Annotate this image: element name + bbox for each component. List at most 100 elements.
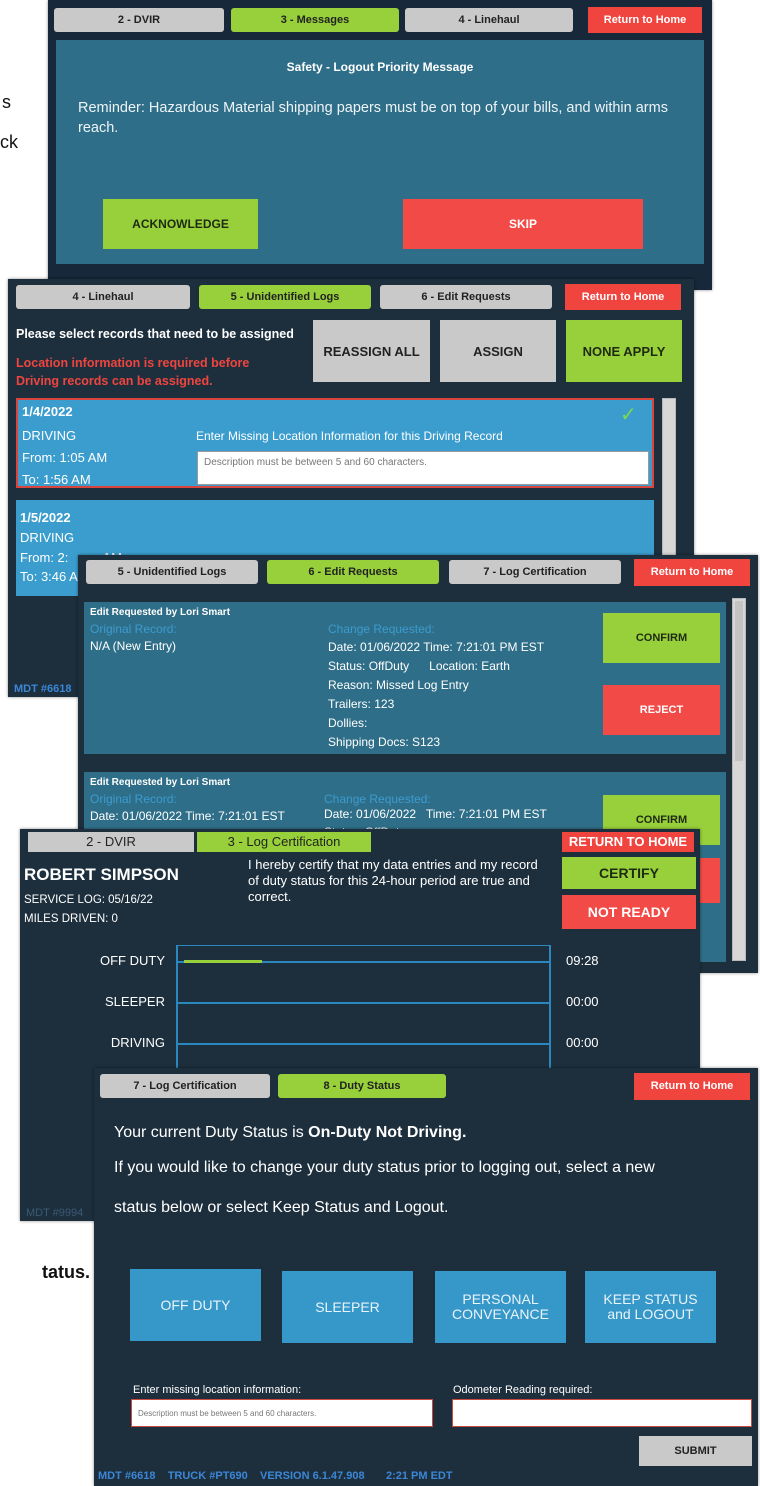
side-text-fragment: s bbox=[2, 92, 11, 112]
original-record-label: Original Record: bbox=[90, 622, 177, 636]
tab-log-certification[interactable]: 7 - Log Certification bbox=[449, 560, 621, 584]
change-dollies: Dollies: bbox=[328, 716, 368, 730]
mdt-footer: MDT #6618 bbox=[14, 683, 72, 695]
duty-status-panel: 7 - Log Certification 8 - Duty Status Re… bbox=[94, 1068, 758, 1486]
record-status: DRIVING bbox=[22, 428, 77, 443]
return-home-button[interactable]: Return to Home bbox=[565, 284, 681, 310]
reassign-all-button[interactable]: REASSIGN ALL bbox=[313, 320, 430, 382]
chart-right-edge bbox=[549, 945, 551, 1079]
service-log-date: SERVICE LOG: 05/16/22 bbox=[24, 894, 153, 906]
location-placeholder: Description must be between 5 and 60 cha… bbox=[204, 457, 427, 468]
location-label: Enter missing location information: bbox=[133, 1384, 302, 1396]
odometer-input[interactable] bbox=[452, 1399, 752, 1427]
status-footer: MDT #6618 TRUCK #PT690 VERSION 6.1.47.90… bbox=[98, 1470, 453, 1482]
edit-request-card: Edit Requested by Lori Smart Original Re… bbox=[84, 602, 726, 754]
location-description-input[interactable]: Description must be between 5 and 60 cha… bbox=[197, 451, 649, 485]
tab-linehaul[interactable]: 4 - Linehaul bbox=[405, 8, 573, 32]
skip-button[interactable]: SKIP bbox=[403, 199, 643, 249]
tab-edit-requests[interactable]: 6 - Edit Requests bbox=[267, 560, 439, 584]
chart-top-edge bbox=[176, 945, 551, 946]
chart-row-label: OFF DUTY bbox=[100, 953, 165, 968]
change-date-line: Date: 01/06/2022 Time: 7:21:01 PM EST bbox=[324, 807, 547, 821]
chart-row-time: 09:28 bbox=[566, 953, 599, 968]
duty-status-value: On-Duty Not Driving. bbox=[308, 1124, 467, 1141]
original-record-label: Original Record: bbox=[90, 792, 177, 806]
return-home-button[interactable]: RETURN TO HOME bbox=[562, 832, 694, 852]
assign-button[interactable]: ASSIGN bbox=[440, 320, 556, 382]
reject-button[interactable]: REJECT bbox=[603, 685, 720, 735]
record-to: To: 3:46 A bbox=[20, 569, 78, 584]
certification-statement: I hereby certify that my data entries an… bbox=[248, 857, 538, 904]
tab-duty-status[interactable]: 8 - Duty Status bbox=[278, 1074, 446, 1098]
tab-log-certification[interactable]: 3 - Log Certification bbox=[197, 832, 371, 852]
requested-by: Edit Requested by Lori Smart bbox=[90, 607, 231, 618]
tab-linehaul[interactable]: 4 - Linehaul bbox=[16, 285, 190, 309]
message-card: Safety - Logout Priority Message Reminde… bbox=[56, 40, 704, 264]
tab-messages[interactable]: 3 - Messages bbox=[231, 8, 399, 32]
change-date-line: Date: 01/06/2022 Time: 7:21:01 PM EST bbox=[328, 640, 545, 654]
tab-log-certification[interactable]: 7 - Log Certification bbox=[100, 1074, 270, 1098]
tab-dvir[interactable]: 2 - DVIR bbox=[54, 8, 224, 32]
return-home-button[interactable]: Return to Home bbox=[634, 1073, 750, 1100]
driver-name: ROBERT SIMPSON bbox=[24, 865, 179, 884]
record-from: From: 1:05 AM bbox=[22, 450, 108, 465]
record-status: DRIVING bbox=[20, 530, 75, 545]
duty-status-prefix: Your current Duty Status is bbox=[114, 1124, 309, 1141]
missing-location-prompt: Enter Missing Location Information for t… bbox=[196, 429, 503, 443]
submit-button[interactable]: SUBMIT bbox=[639, 1436, 752, 1466]
chart-row-fill bbox=[184, 960, 262, 963]
message-header: Safety - Logout Priority Message bbox=[286, 60, 474, 74]
driving-record-card[interactable]: 1/4/2022 DRIVING From: 1:05 AM To: 1:56 … bbox=[16, 398, 654, 488]
confirm-button[interactable]: CONFIRM bbox=[603, 613, 720, 663]
tab-unidentified-logs[interactable]: 5 - Unidentified Logs bbox=[86, 560, 258, 584]
return-home-button[interactable]: Return to Home bbox=[634, 559, 750, 586]
location-placeholder: Description must be between 5 and 60 cha… bbox=[138, 1408, 317, 1418]
return-home-button[interactable]: Return to Home bbox=[588, 7, 702, 33]
tab-edit-requests[interactable]: 6 - Edit Requests bbox=[380, 285, 552, 309]
original-record-value: Date: 01/06/2022 Time: 7:21:01 EST bbox=[90, 809, 285, 823]
change-status-instruction: If you would like to change your duty st… bbox=[114, 1159, 655, 1176]
change-requested-label: Change Requested: bbox=[324, 792, 431, 806]
personal-conveyance-button[interactable]: PERSONAL CONVEYANCE bbox=[435, 1271, 566, 1343]
record-date: 1/4/2022 bbox=[22, 404, 73, 419]
not-ready-button[interactable]: NOT READY bbox=[562, 895, 696, 929]
requested-by: Edit Requested by Lori Smart bbox=[90, 777, 231, 788]
chart-row-line bbox=[176, 1043, 551, 1045]
change-trailers: Trailers: 123 bbox=[328, 697, 395, 711]
none-apply-button[interactable]: NONE APPLY bbox=[566, 320, 682, 382]
change-shipping-docs: Shipping Docs: S123 bbox=[328, 735, 441, 749]
scrollbar[interactable] bbox=[732, 598, 746, 961]
chart-left-edge bbox=[176, 945, 178, 1079]
acknowledge-button[interactable]: ACKNOWLEDGE bbox=[103, 199, 258, 249]
keep-status-logout-button[interactable]: KEEP STATUS and LOGOUT bbox=[585, 1271, 716, 1343]
scrollbar[interactable] bbox=[662, 398, 676, 558]
chart-row-label: SLEEPER bbox=[105, 994, 165, 1009]
keep-status-logout-label: KEEP STATUS and LOGOUT bbox=[603, 1291, 698, 1322]
original-record-value: N/A (New Entry) bbox=[90, 639, 177, 653]
sleeper-button[interactable]: SLEEPER bbox=[282, 1271, 413, 1343]
chart-row-line bbox=[176, 1002, 551, 1004]
tab-unidentified-logs[interactable]: 5 - Unidentified Logs bbox=[199, 285, 371, 309]
record-from-text: From: 2: bbox=[20, 550, 69, 565]
personal-conveyance-label: PERSONAL CONVEYANCE bbox=[452, 1291, 549, 1322]
odometer-label: Odometer Reading required: bbox=[453, 1384, 593, 1396]
tab-dvir[interactable]: 2 - DVIR bbox=[28, 832, 194, 852]
messages-panel: 2 - DVIR 3 - Messages 4 - Linehaul Retur… bbox=[48, 0, 712, 290]
scrollbar-thumb[interactable] bbox=[735, 601, 743, 761]
change-status-line: Status: OffDuty Location: Earth bbox=[328, 659, 510, 673]
chart-row-time: 00:00 bbox=[566, 994, 599, 1009]
select-records-instruction: Please select records that need to be as… bbox=[16, 327, 294, 341]
mdt-footer: MDT #9994 bbox=[26, 1207, 84, 1219]
change-requested-label: Change Requested: bbox=[328, 622, 435, 636]
change-reason: Reason: Missed Log Entry bbox=[328, 678, 469, 692]
certify-button[interactable]: CERTIFY bbox=[562, 857, 696, 889]
duty-chart: OFF DUTY 09:28 SLEEPER 00:00 DRIVING 00:00 bbox=[20, 939, 700, 1079]
location-warning: Location information is required before … bbox=[16, 356, 250, 388]
miles-driven: MILES DRIVEN: 0 bbox=[24, 913, 118, 925]
side-text-fragment: tatus. bbox=[42, 1262, 91, 1282]
record-to: To: 1:56 AM bbox=[22, 472, 91, 487]
record-date: 1/5/2022 bbox=[20, 510, 71, 525]
location-input[interactable]: Description must be between 5 and 60 cha… bbox=[131, 1399, 433, 1427]
change-status-instruction-2: status below or select Keep Status and L… bbox=[114, 1199, 449, 1216]
off-duty-button[interactable]: OFF DUTY bbox=[130, 1269, 261, 1341]
